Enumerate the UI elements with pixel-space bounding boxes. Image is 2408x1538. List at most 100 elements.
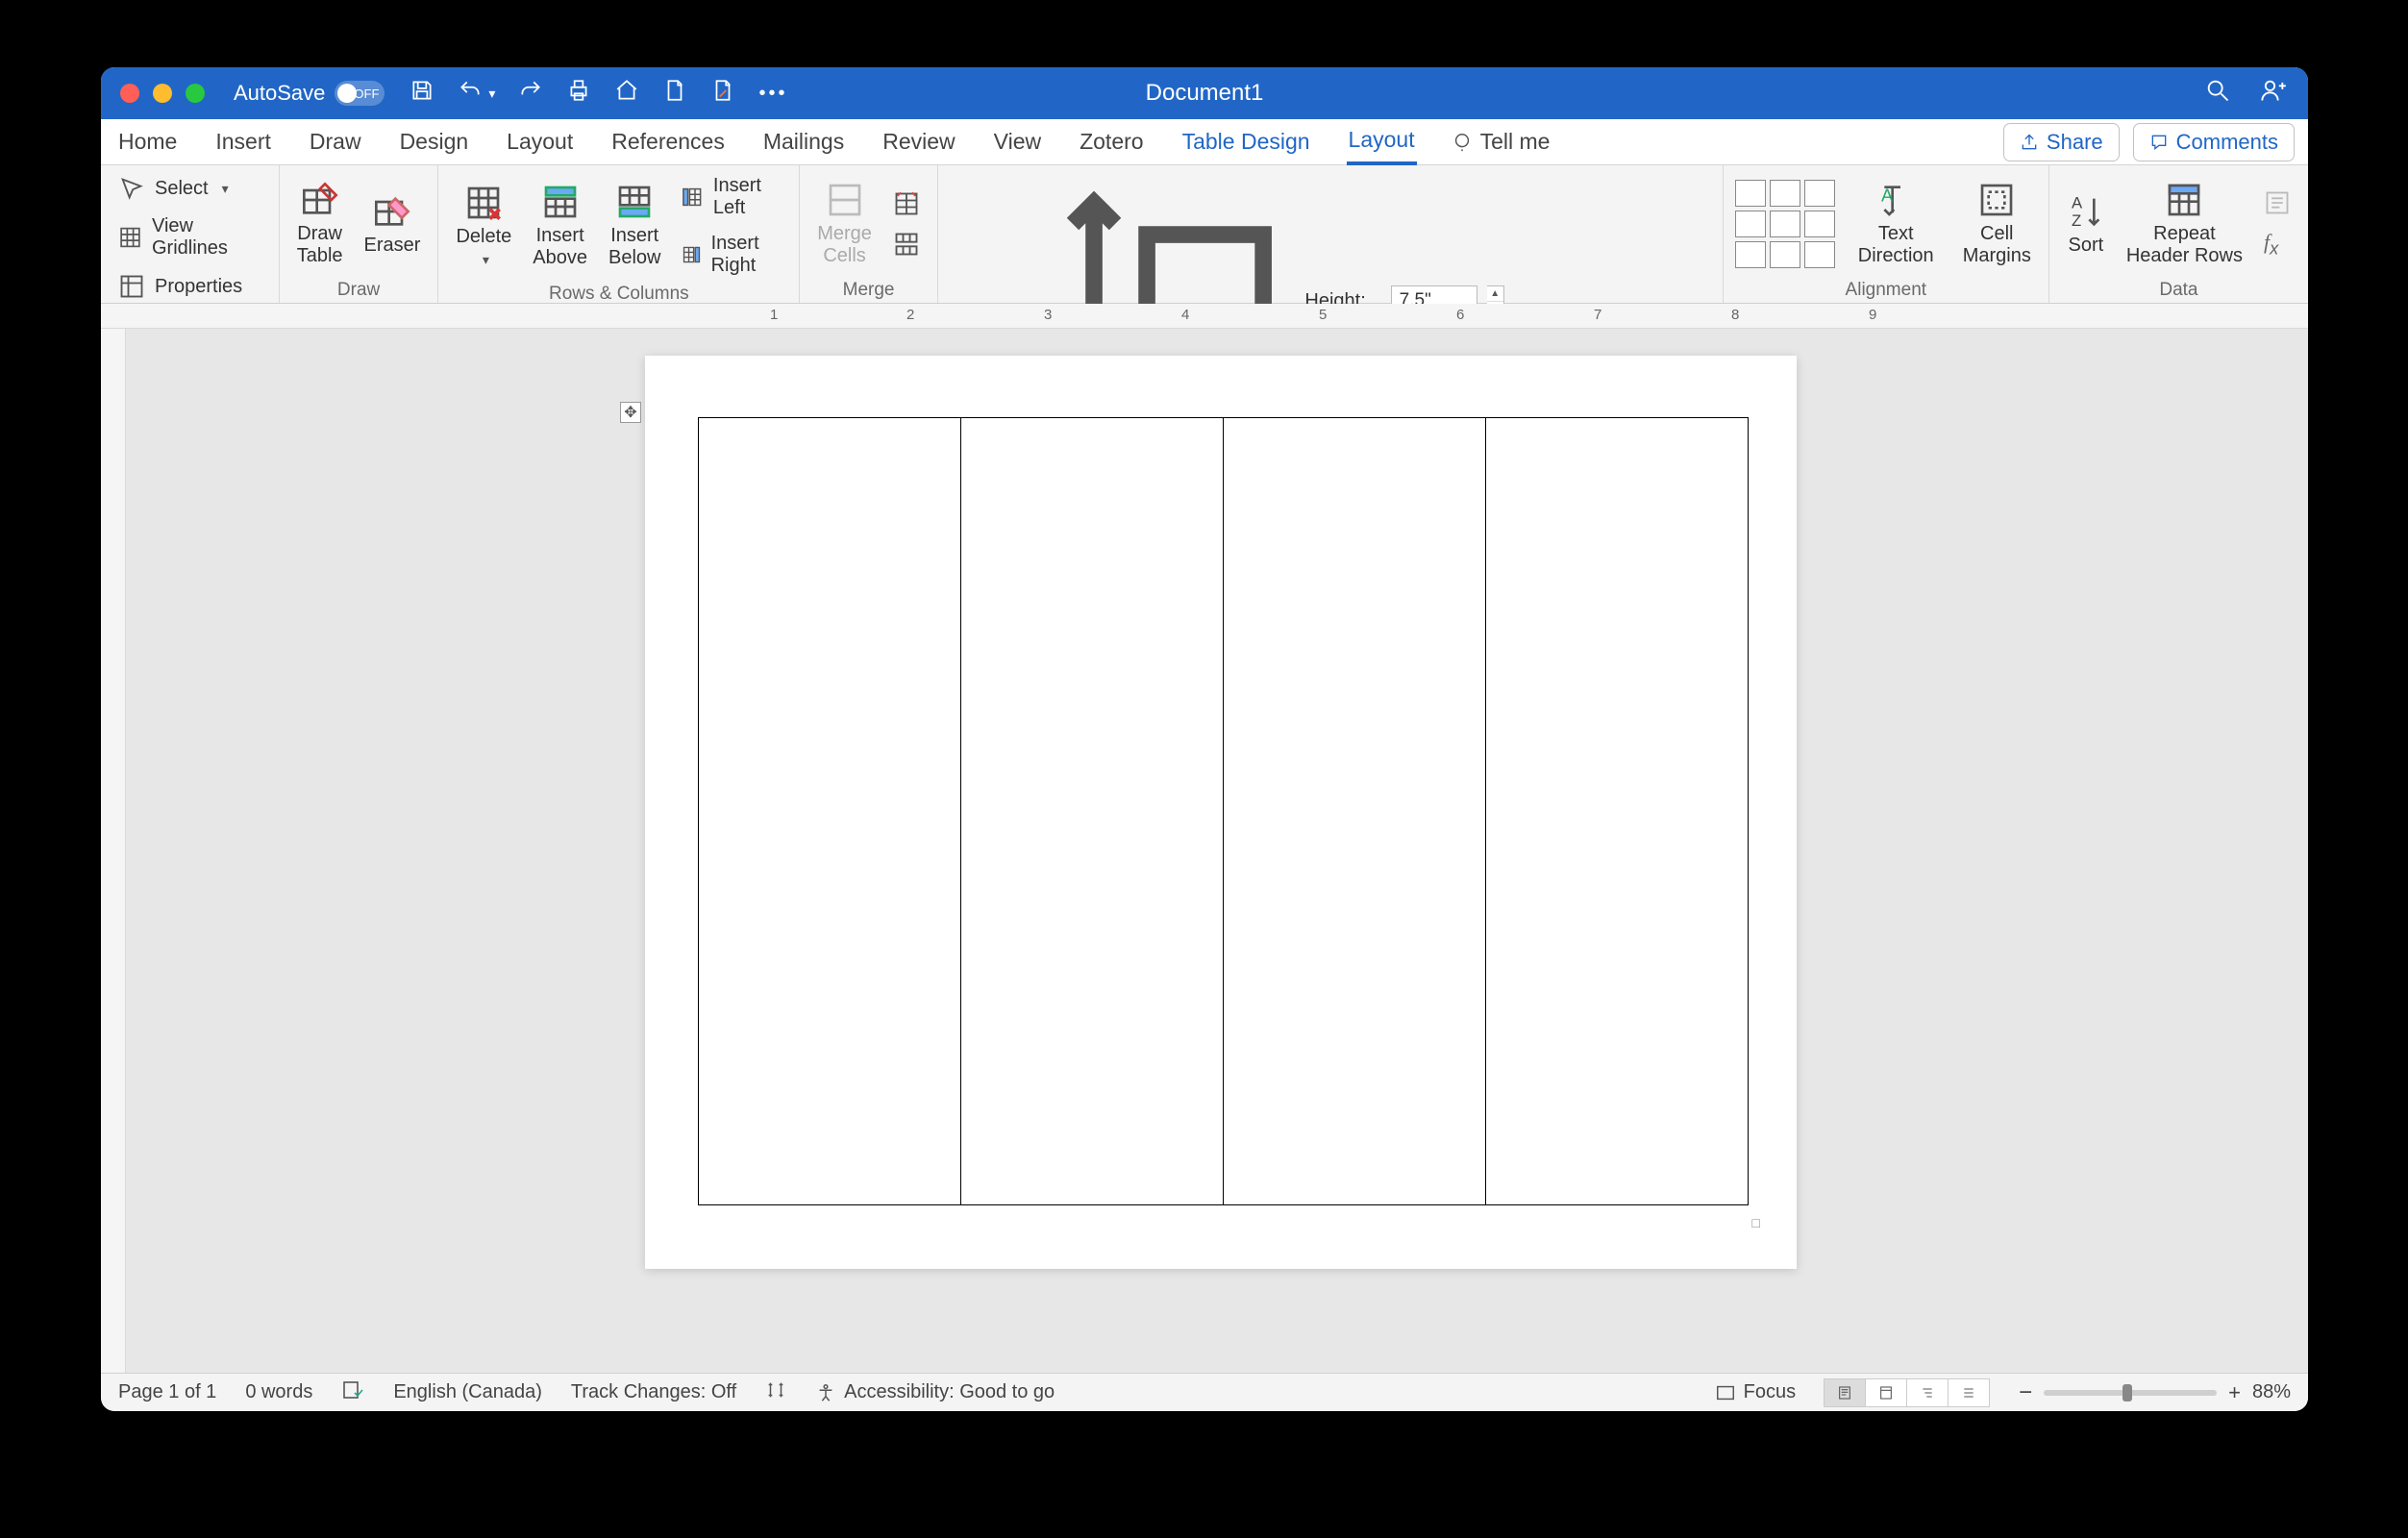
table-resize-handle-icon[interactable]: □: [1752, 1215, 1760, 1230]
zoom-level[interactable]: 88%: [2252, 1381, 2291, 1403]
tab-table-design[interactable]: Table Design: [1180, 120, 1312, 163]
table-cell[interactable]: [699, 418, 961, 1205]
web-layout-view-button[interactable]: [1865, 1378, 1907, 1407]
outline-view-button[interactable]: [1906, 1378, 1949, 1407]
display-settings-icon[interactable]: [765, 1379, 786, 1406]
document-title: Document1: [1146, 80, 1264, 107]
insert-left-button[interactable]: Insert Left: [676, 171, 787, 223]
sort-button[interactable]: AZSort: [2061, 190, 2111, 259]
insert-above-button[interactable]: Insert Above: [527, 181, 593, 271]
group-cell-size: AutoFit Height: 7.5" ▲▼ Width: 2.5" ▲▼: [938, 165, 1724, 303]
zoom-out-button[interactable]: −: [2019, 1379, 2032, 1406]
close-window-button[interactable]: [120, 84, 139, 103]
view-gridlines-button[interactable]: View Gridlines: [112, 211, 267, 263]
redo-icon[interactable]: [518, 78, 543, 109]
autosave-switch[interactable]: OFF: [335, 81, 385, 106]
app-window: AutoSave OFF ▾ ••• Document1 Home Insert…: [101, 67, 2308, 1411]
focus-button[interactable]: Focus: [1715, 1381, 1796, 1403]
group-draw: Draw Table Eraser Draw: [280, 165, 439, 303]
window-controls: [101, 84, 205, 103]
comments-button[interactable]: Comments: [2133, 123, 2295, 161]
tab-home[interactable]: Home: [116, 120, 179, 163]
svg-text:Z: Z: [2072, 211, 2081, 230]
ribbon: Select View Gridlines Properties Table D…: [101, 165, 2308, 304]
doc1-icon[interactable]: [662, 78, 687, 109]
svg-text:A: A: [1881, 186, 1894, 206]
tab-table-layout[interactable]: Layout: [1347, 118, 1417, 165]
status-language[interactable]: English (Canada): [393, 1381, 542, 1403]
table-cell[interactable]: [1224, 418, 1486, 1205]
status-words[interactable]: 0 words: [245, 1381, 312, 1403]
cell-alignment-grid[interactable]: [1735, 180, 1835, 268]
ribbon-tabs: Home Insert Draw Design Layout Reference…: [101, 119, 2308, 165]
share-button[interactable]: Share: [2003, 123, 2120, 161]
tab-design[interactable]: Design: [398, 120, 471, 163]
properties-button[interactable]: Properties: [112, 269, 267, 304]
maximize-window-button[interactable]: [186, 84, 205, 103]
print-icon[interactable]: [566, 78, 591, 109]
home-icon[interactable]: [614, 78, 639, 109]
zoom-control: − + 88%: [2019, 1379, 2291, 1406]
cell-margins-button[interactable]: Cell Margins: [1957, 179, 2037, 269]
accessibility-icon[interactable]: Accessibility: Good to go: [815, 1381, 1055, 1403]
table-cell[interactable]: [961, 418, 1224, 1205]
draft-view-button[interactable]: [1948, 1378, 1990, 1407]
delete-button[interactable]: Delete: [450, 182, 517, 269]
convert-to-text-button: [2258, 186, 2296, 220]
merge-cells-button: Merge Cells: [811, 179, 878, 269]
autosave-control[interactable]: AutoSave OFF: [234, 81, 385, 106]
spellcheck-icon[interactable]: [341, 1378, 364, 1407]
document-canvas[interactable]: ✥ □: [126, 329, 2308, 1386]
page[interactable]: ✥ □: [645, 356, 1797, 1269]
tab-view[interactable]: View: [992, 120, 1043, 163]
table-row[interactable]: [699, 418, 1749, 1205]
status-bar: Page 1 of 1 0 words English (Canada) Tra…: [101, 1373, 2308, 1411]
tell-me-search[interactable]: Tell me: [1452, 129, 1551, 155]
tab-zotero[interactable]: Zotero: [1078, 120, 1145, 163]
repeat-header-rows-button[interactable]: Repeat Header Rows: [2121, 179, 2248, 269]
table-move-handle-icon[interactable]: ✥: [620, 402, 641, 423]
insert-below-button[interactable]: Insert Below: [603, 181, 666, 271]
tab-references[interactable]: References: [609, 120, 727, 163]
horizontal-ruler[interactable]: 1 2 3 4 5 6 7 8 9: [101, 304, 2308, 329]
print-layout-view-button[interactable]: [1824, 1378, 1866, 1407]
tab-insert[interactable]: Insert: [213, 120, 273, 163]
tab-review[interactable]: Review: [881, 120, 956, 163]
formula-button[interactable]: fx: [2258, 226, 2296, 262]
status-track-changes[interactable]: Track Changes: Off: [571, 1381, 736, 1403]
group-alignment: AText Direction Cell Margins Alignment: [1724, 165, 2049, 303]
eraser-button[interactable]: Eraser: [359, 190, 427, 259]
view-buttons: [1825, 1378, 1990, 1407]
save-icon[interactable]: [410, 78, 434, 109]
group-table: Select View Gridlines Properties Table: [101, 165, 280, 303]
text-direction-button[interactable]: AText Direction: [1852, 179, 1940, 269]
tab-draw[interactable]: Draw: [308, 120, 363, 163]
autosave-label: AutoSave: [234, 81, 325, 106]
undo-dropdown-icon[interactable]: ▾: [488, 86, 495, 102]
vertical-ruler[interactable]: [101, 329, 126, 1386]
select-button[interactable]: Select: [112, 171, 267, 206]
titlebar: AutoSave OFF ▾ ••• Document1: [101, 67, 2308, 119]
more-commands-icon[interactable]: •••: [758, 83, 787, 105]
split-cells-button[interactable]: [887, 186, 926, 221]
group-merge: Merge Cells Merge: [800, 165, 938, 303]
share-presence-icon[interactable]: [2260, 77, 2287, 110]
document-table[interactable]: [698, 417, 1749, 1205]
zoom-in-button[interactable]: +: [2228, 1380, 2241, 1405]
svg-text:A: A: [2072, 193, 2083, 211]
insert-right-button[interactable]: Insert Right: [676, 229, 787, 281]
table-cell[interactable]: [1486, 418, 1749, 1205]
status-page[interactable]: Page 1 of 1: [118, 1381, 216, 1403]
search-icon[interactable]: [2204, 77, 2231, 110]
quick-access-toolbar: ▾ •••: [410, 78, 787, 109]
tab-layout[interactable]: Layout: [505, 120, 575, 163]
doc2-icon[interactable]: [710, 78, 735, 109]
draw-table-button[interactable]: Draw Table: [291, 179, 349, 269]
zoom-slider[interactable]: [2044, 1390, 2217, 1396]
tab-mailings[interactable]: Mailings: [761, 120, 846, 163]
undo-icon[interactable]: [458, 78, 483, 109]
split-table-button[interactable]: [887, 227, 926, 261]
minimize-window-button[interactable]: [153, 84, 172, 103]
group-rows-columns: Delete Insert Above Insert Below Insert …: [438, 165, 800, 303]
group-data: AZSort Repeat Header Rows fx Data: [2049, 165, 2308, 303]
